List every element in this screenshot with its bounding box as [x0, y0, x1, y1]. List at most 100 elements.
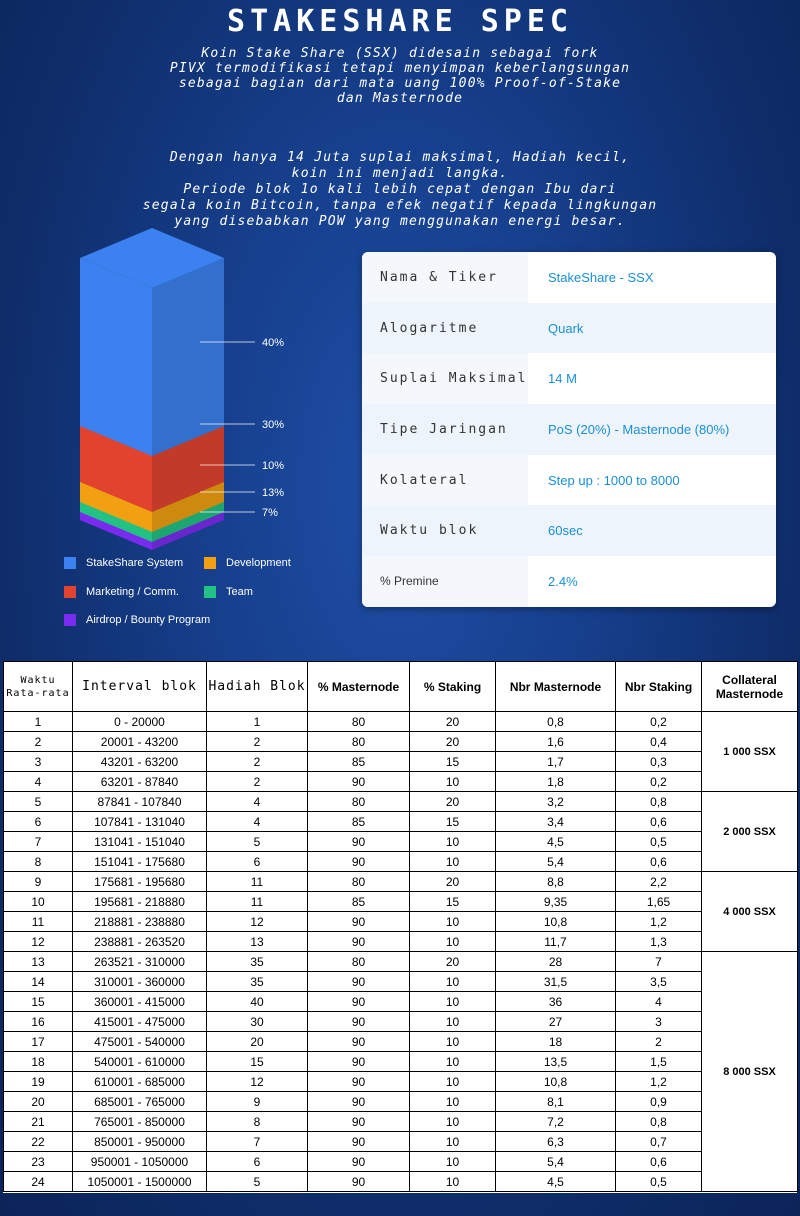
table-row: 13 263521 - 310000 35 80 20 28 7 8 000 SSX [3, 951, 798, 1192]
table-cell: 12 [206, 911, 308, 932]
table-cell: 13,5 [495, 1051, 616, 1072]
table-row: 12 238881 - 263520 13 90 10 11,7 1,3 [3, 931, 798, 952]
table-cell: 15 [409, 751, 496, 772]
table-cell: 10 [409, 931, 496, 952]
table-cell: 87841 - 107840 [72, 791, 207, 812]
intro-line: PIVX termodifikasi tetapi menyimpan kebe… [169, 61, 631, 76]
header-waktu: Waktu Rata-rata [3, 661, 73, 712]
header-pct-masternode: % Masternode [307, 661, 410, 712]
table-cell: 10 [409, 971, 496, 992]
table-cell: 5,4 [495, 851, 616, 872]
table-cell: 2 [615, 1031, 702, 1052]
table-cell: 90 [307, 771, 410, 792]
table-cell: 6 [206, 851, 308, 872]
table-cell: 30 [206, 1011, 308, 1032]
table-cell: 1,5 [615, 1051, 702, 1072]
table-cell: 90 [307, 1031, 410, 1052]
reward-table-wrapper: Waktu Rata-rata Interval blok Hadiah Blo… [3, 661, 798, 1193]
legend-label: Development [226, 557, 291, 569]
table-row: 16 415001 - 475000 30 90 10 27 3 [3, 1011, 798, 1032]
intro-line: Periode blok 1o kali lebih cepat dengan … [183, 182, 617, 197]
table-cell: 80 [307, 731, 410, 752]
table-cell: 12 [206, 1071, 308, 1092]
spec-card: Nama & Tiker StakeShare - SSX Alogaritme… [362, 252, 776, 607]
intro-paragraph-1: Koin Stake Share (SSX) didesain sebagai … [150, 46, 650, 106]
table-cell: 6 [206, 1151, 308, 1172]
table-cell: 5,4 [495, 1151, 616, 1172]
table-cell: 10 [409, 1011, 496, 1032]
chart-data-label: 30% [262, 419, 284, 431]
table-cell: 20 [409, 711, 496, 732]
table-cell: 1,2 [615, 1071, 702, 1092]
table-cell: 63201 - 87840 [72, 771, 207, 792]
table-cell: 0,2 [615, 711, 702, 732]
table-cell: 90 [307, 851, 410, 872]
table-cell: 90 [307, 1051, 410, 1072]
table-cell: 1,6 [495, 731, 616, 752]
table-cell: 10 [3, 891, 73, 912]
legend-item-development: Development [204, 557, 291, 569]
legend-swatch [64, 586, 76, 598]
table-cell: 5 [3, 791, 73, 812]
legend-label: Airdrop / Bounty Program [86, 614, 211, 626]
header-nbr-masternode: Nbr Masternode [495, 661, 616, 712]
table-row: 3 43201 - 63200 2 85 15 1,7 0,3 [3, 751, 798, 772]
table-cell: 3,4 [495, 811, 616, 832]
table-cell: 10 [409, 831, 496, 852]
table-cell: 0,8 [615, 1111, 702, 1132]
table-cell: 85 [307, 751, 410, 772]
chart-segment-right-face [152, 258, 224, 456]
table-row: 10 - 20000 1 80 20 0,8 0,2 1 000 SSX [3, 711, 798, 792]
table-cell: 17 [3, 1031, 73, 1052]
table-cell: 7 [206, 1131, 308, 1152]
table-cell: 35 [206, 971, 308, 992]
table-cell: 90 [307, 1151, 410, 1172]
table-cell: 0,2 [615, 771, 702, 792]
spec-value: StakeShare - SSX [548, 269, 654, 285]
table-cell: 7 [615, 951, 702, 972]
table-cell: 2 [3, 731, 73, 752]
table-cell: 4 [206, 791, 308, 812]
table-row: 23 950001 - 1050000 6 90 10 5,4 0,6 [3, 1151, 798, 1172]
table-cell: 11 [3, 911, 73, 932]
table-cell: 10 [409, 1131, 496, 1152]
table-cell: 20 [409, 731, 496, 752]
table-cell: 1,8 [495, 771, 616, 792]
distribution-chart: 40% 30% 10% 13% 7% [80, 228, 284, 550]
spec-label: % Premine [362, 556, 528, 607]
intro-line: sebagai bagian dari mata uang 100% Proof… [178, 76, 622, 91]
table-row: 8 151041 - 175680 6 90 10 5,4 0,6 [3, 851, 798, 872]
table-cell: 310001 - 360000 [72, 971, 207, 992]
spec-value: 60sec [548, 523, 583, 539]
legend-item-marketing: Marketing / Comm. [64, 586, 179, 598]
header-pct-staking: % Staking [409, 661, 496, 712]
table-cell: 31,5 [495, 971, 616, 992]
spec-row-algorithm: Alogaritme Quark [362, 302, 776, 354]
table-cell: 0,4 [615, 731, 702, 752]
chart-data-label: 13% [262, 487, 284, 499]
table-cell: 3,2 [495, 791, 616, 812]
table-cell: 90 [307, 931, 410, 952]
table-cell: 1 [206, 711, 308, 732]
table-row: 11 218881 - 238880 12 90 10 10,8 1,2 [3, 911, 798, 932]
table-cell: 0,9 [615, 1091, 702, 1112]
spec-value: Quark [548, 320, 584, 336]
table-cell: 4,5 [495, 1171, 616, 1192]
table-cell: 9 [3, 871, 73, 892]
legend-swatch [64, 614, 76, 626]
chart-data-label: 40% [262, 337, 284, 349]
table-row: 9 175681 - 195680 11 80 20 8,8 2,2 4 000 SSX [3, 871, 798, 952]
table-cell: 7 [3, 831, 73, 852]
table-cell: 107841 - 131040 [72, 811, 207, 832]
table-cell: 4 [615, 991, 702, 1012]
chart-data-label: 7% [262, 507, 278, 519]
table-row: 7 131041 - 151040 5 90 10 4,5 0,5 [3, 831, 798, 852]
table-cell: 90 [307, 831, 410, 852]
table-cell: 8 [3, 851, 73, 872]
table-cell: 131041 - 151040 [72, 831, 207, 852]
table-cell: 10 [409, 1151, 496, 1172]
chart-segment-left-face [80, 258, 152, 456]
table-cell: 80 [307, 951, 410, 972]
legend-label: Marketing / Comm. [86, 586, 179, 598]
chart-legend: StakeShare System Development Marketing … [64, 555, 364, 630]
